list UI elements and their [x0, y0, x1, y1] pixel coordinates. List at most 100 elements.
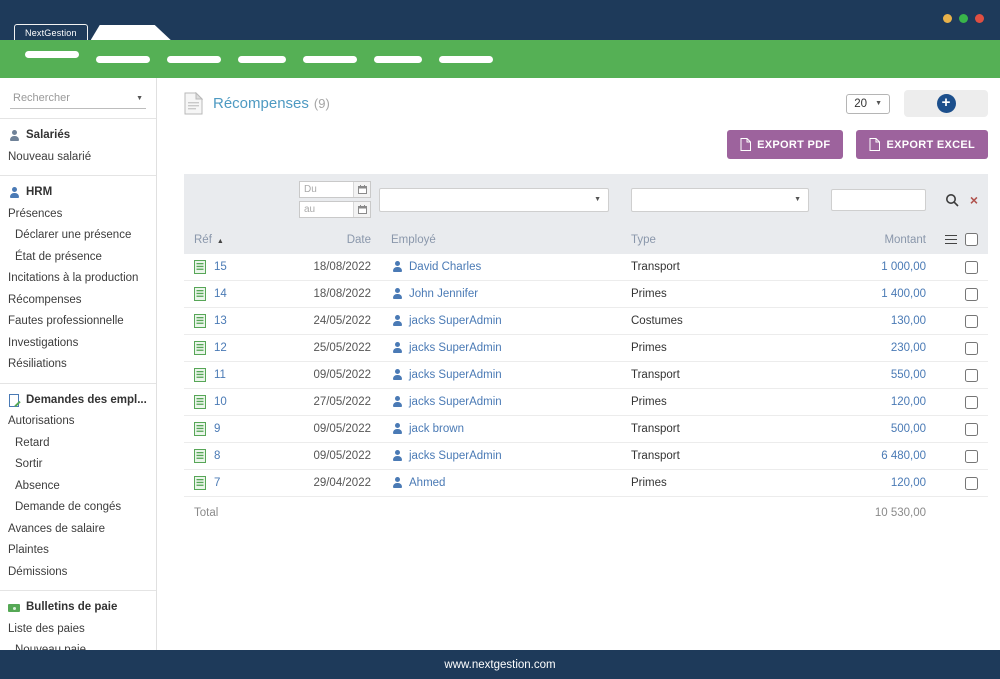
- list-view-icon[interactable]: [945, 235, 957, 244]
- row-checkbox[interactable]: [965, 396, 978, 409]
- column-header-amount[interactable]: Montant: [831, 234, 926, 246]
- sidebar-item[interactable]: Présences: [0, 204, 156, 226]
- window-close-icon[interactable]: [975, 14, 984, 23]
- page-size-value: 20: [854, 98, 867, 110]
- sidebar-divider: [0, 383, 156, 384]
- sidebar-item[interactable]: Plaintes: [0, 540, 156, 562]
- reward-ref-link[interactable]: 7: [214, 477, 220, 489]
- sidebar-item[interactable]: Retard: [0, 433, 156, 455]
- row-checkbox[interactable]: [965, 423, 978, 436]
- row-checkbox[interactable]: [965, 315, 978, 328]
- table-header-row: Réf ▲ Date Employé Type Montant: [184, 224, 988, 254]
- row-checkbox[interactable]: [965, 450, 978, 463]
- nav-menu-item-placeholder[interactable]: [374, 56, 422, 63]
- amount-filter-input[interactable]: [831, 189, 926, 211]
- sidebar-item[interactable]: Déclarer une présence: [0, 225, 156, 247]
- main-navbar: [0, 40, 1000, 78]
- row-checkbox[interactable]: [965, 369, 978, 382]
- employee-link[interactable]: jack brown: [409, 423, 464, 435]
- active-tab-placeholder[interactable]: [91, 25, 171, 40]
- column-header-ref[interactable]: Réf ▲: [194, 234, 284, 246]
- employee-link[interactable]: John Jennifer: [409, 288, 478, 300]
- reward-ref-link[interactable]: 11: [214, 369, 226, 381]
- reward-ref-link[interactable]: 8: [214, 450, 220, 462]
- row-checkbox[interactable]: [965, 342, 978, 355]
- row-checkbox[interactable]: [965, 288, 978, 301]
- employee-link[interactable]: jacks SuperAdmin: [409, 450, 502, 462]
- sidebar-item[interactable]: Investigations: [0, 333, 156, 355]
- sidebar-item[interactable]: Fautes professionnelle: [0, 311, 156, 333]
- employee-link[interactable]: jacks SuperAdmin: [409, 369, 502, 381]
- reward-ref-link[interactable]: 10: [214, 396, 227, 408]
- nav-menu-item-placeholder[interactable]: [96, 56, 150, 63]
- column-header-employee[interactable]: Employé: [379, 234, 631, 246]
- search-icon[interactable]: [945, 193, 959, 207]
- sidebar-item-label: Plaintes: [8, 543, 49, 559]
- sidebar-search-select[interactable]: Rechercher ▼: [10, 88, 146, 109]
- sidebar-item[interactable]: Autorisations: [0, 411, 156, 433]
- nav-menu-item-placeholder[interactable]: [25, 51, 79, 58]
- file-pdf-icon: [740, 138, 751, 151]
- add-reward-button[interactable]: +: [937, 94, 956, 113]
- select-all-checkbox[interactable]: [965, 233, 978, 246]
- row-checkbox[interactable]: [965, 477, 978, 490]
- sidebar-item[interactable]: Nouveau salarié: [0, 147, 156, 169]
- page-size-select[interactable]: 20 ▼: [846, 94, 890, 114]
- calendar-icon[interactable]: [353, 202, 370, 217]
- sidebar-item[interactable]: Demande de congés: [0, 497, 156, 519]
- sidebar-item[interactable]: Sortir: [0, 454, 156, 476]
- reward-date: 09/05/2022: [284, 369, 379, 381]
- row-checkbox[interactable]: [965, 261, 978, 274]
- nav-menu-item-placeholder[interactable]: [238, 56, 286, 63]
- sidebar-item[interactable]: Résiliations: [0, 354, 156, 376]
- sidebar-item[interactable]: Nouveau paie: [0, 640, 156, 650]
- document-icon: [184, 92, 203, 115]
- employee-link[interactable]: jacks SuperAdmin: [409, 315, 502, 327]
- brand-logo[interactable]: NextGestion: [14, 24, 88, 40]
- reward-date: 09/05/2022: [284, 423, 379, 435]
- sidebar-item[interactable]: Avances de salaire: [0, 519, 156, 541]
- sidebar-item[interactable]: Salariés: [0, 125, 156, 147]
- sidebar-item[interactable]: Incitations à la production: [0, 268, 156, 290]
- employee-filter-select[interactable]: ▼: [379, 188, 609, 212]
- employee-link[interactable]: David Charles: [409, 261, 481, 273]
- reward-ref-link[interactable]: 13: [214, 315, 227, 327]
- sidebar-item[interactable]: Absence: [0, 476, 156, 498]
- sidebar-item[interactable]: Liste des paies: [0, 619, 156, 641]
- footer-url[interactable]: www.nextgestion.com: [444, 659, 555, 671]
- column-header-type[interactable]: Type: [631, 234, 831, 246]
- reward-ref-link[interactable]: 12: [214, 342, 227, 354]
- export-excel-button[interactable]: EXPORT EXCEL: [856, 130, 988, 159]
- sidebar-item[interactable]: Demandes des empl...: [0, 390, 156, 412]
- sidebar-item-label: Autorisations: [8, 414, 74, 430]
- reward-ref-link[interactable]: 9: [214, 423, 220, 435]
- column-header-date[interactable]: Date: [284, 234, 379, 246]
- clear-filters-icon[interactable]: ×: [970, 193, 978, 207]
- date-to-input[interactable]: [300, 202, 353, 217]
- sidebar-item[interactable]: HRM: [0, 182, 156, 204]
- sidebar: Rechercher ▼ Salariés Nouveau salarié: [0, 78, 157, 650]
- sidebar-item[interactable]: Démissions: [0, 562, 156, 584]
- sidebar-item[interactable]: Bulletins de paie: [0, 597, 156, 619]
- type-filter-select[interactable]: ▼: [631, 188, 809, 212]
- export-pdf-button[interactable]: EXPORT PDF: [727, 130, 843, 159]
- nav-menu-item-placeholder[interactable]: [303, 56, 357, 63]
- employee-link[interactable]: Ahmed: [409, 477, 445, 489]
- calendar-icon[interactable]: [353, 182, 370, 197]
- sidebar-item[interactable]: Récompenses: [0, 290, 156, 312]
- window-maximize-icon[interactable]: [959, 14, 968, 23]
- window-minimize-icon[interactable]: [943, 14, 952, 23]
- app-window: NextGestion Rechercher ▼ Salariés: [0, 0, 1000, 679]
- date-from-input[interactable]: [300, 182, 353, 197]
- nav-menu-item-placeholder[interactable]: [439, 56, 493, 63]
- nav-menu-item-placeholder[interactable]: [167, 56, 221, 63]
- reward-ref-link[interactable]: 14: [214, 288, 227, 300]
- file-excel-icon: [869, 138, 880, 151]
- employee-link[interactable]: jacks SuperAdmin: [409, 396, 502, 408]
- reward-amount: 550,00: [831, 369, 926, 381]
- sidebar-item-label: Demande de congés: [15, 500, 121, 516]
- table-row: 14 18/08/2022 John Jennifer Primes 1 400…: [184, 281, 988, 308]
- sidebar-item[interactable]: État de présence: [0, 247, 156, 269]
- reward-ref-link[interactable]: 15: [214, 261, 227, 273]
- employee-link[interactable]: jacks SuperAdmin: [409, 342, 502, 354]
